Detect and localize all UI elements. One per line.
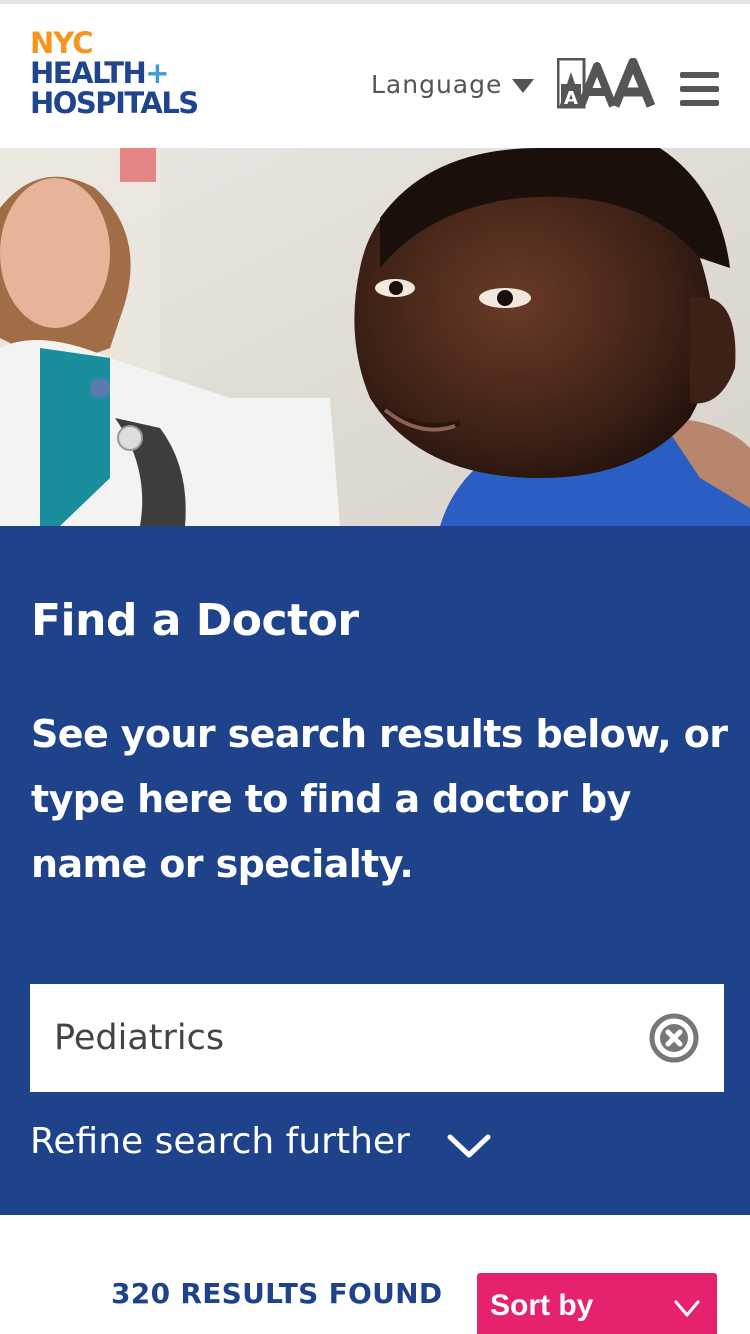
results-count: 320 RESULTS FOUND [111, 1277, 443, 1310]
logo-line-health: HEALTH+ [30, 56, 170, 90]
chevron-down-icon [447, 1134, 491, 1158]
refine-search-toggle[interactable]: Refine search further [30, 1112, 492, 1172]
clear-circle-icon[interactable] [648, 1012, 700, 1064]
search-intro-text: See your search results below, or type h… [31, 712, 728, 886]
chevron-down-icon [674, 1300, 700, 1317]
language-label: Language [371, 70, 503, 99]
logo-plus: + [145, 56, 169, 90]
language-selector[interactable]: Language [371, 68, 535, 102]
logo-line-nyc: NYC [30, 26, 94, 60]
nyc-health-hospitals-logo[interactable]: NYC HEALTH+ HOSPITALS [30, 28, 230, 124]
svg-text:A: A [564, 88, 578, 109]
search-input[interactable] [54, 1010, 634, 1066]
logo-line-hospitals: HOSPITALS [30, 86, 199, 120]
search-box [30, 984, 724, 1092]
page: NYC HEALTH+ HOSPITALS Language A Find a … [0, 0, 750, 1334]
text-size-icon[interactable]: A [557, 58, 657, 110]
hamburger-menu-icon[interactable] [680, 72, 719, 106]
sort-by-label: Sort by [490, 1289, 594, 1322]
sort-by-dropdown[interactable]: Sort by [477, 1273, 717, 1334]
find-a-doctor-panel: Find a Doctor See your search results be… [0, 526, 750, 1215]
refine-search-label: Refine search further [30, 1121, 410, 1162]
hero-image-doctor-with-child [0, 148, 750, 526]
logo-health-text: HEALTH [30, 56, 147, 90]
page-title: Find a Doctor [31, 595, 359, 646]
site-header: NYC HEALTH+ HOSPITALS Language A [0, 0, 750, 148]
caret-down-icon [512, 79, 535, 93]
